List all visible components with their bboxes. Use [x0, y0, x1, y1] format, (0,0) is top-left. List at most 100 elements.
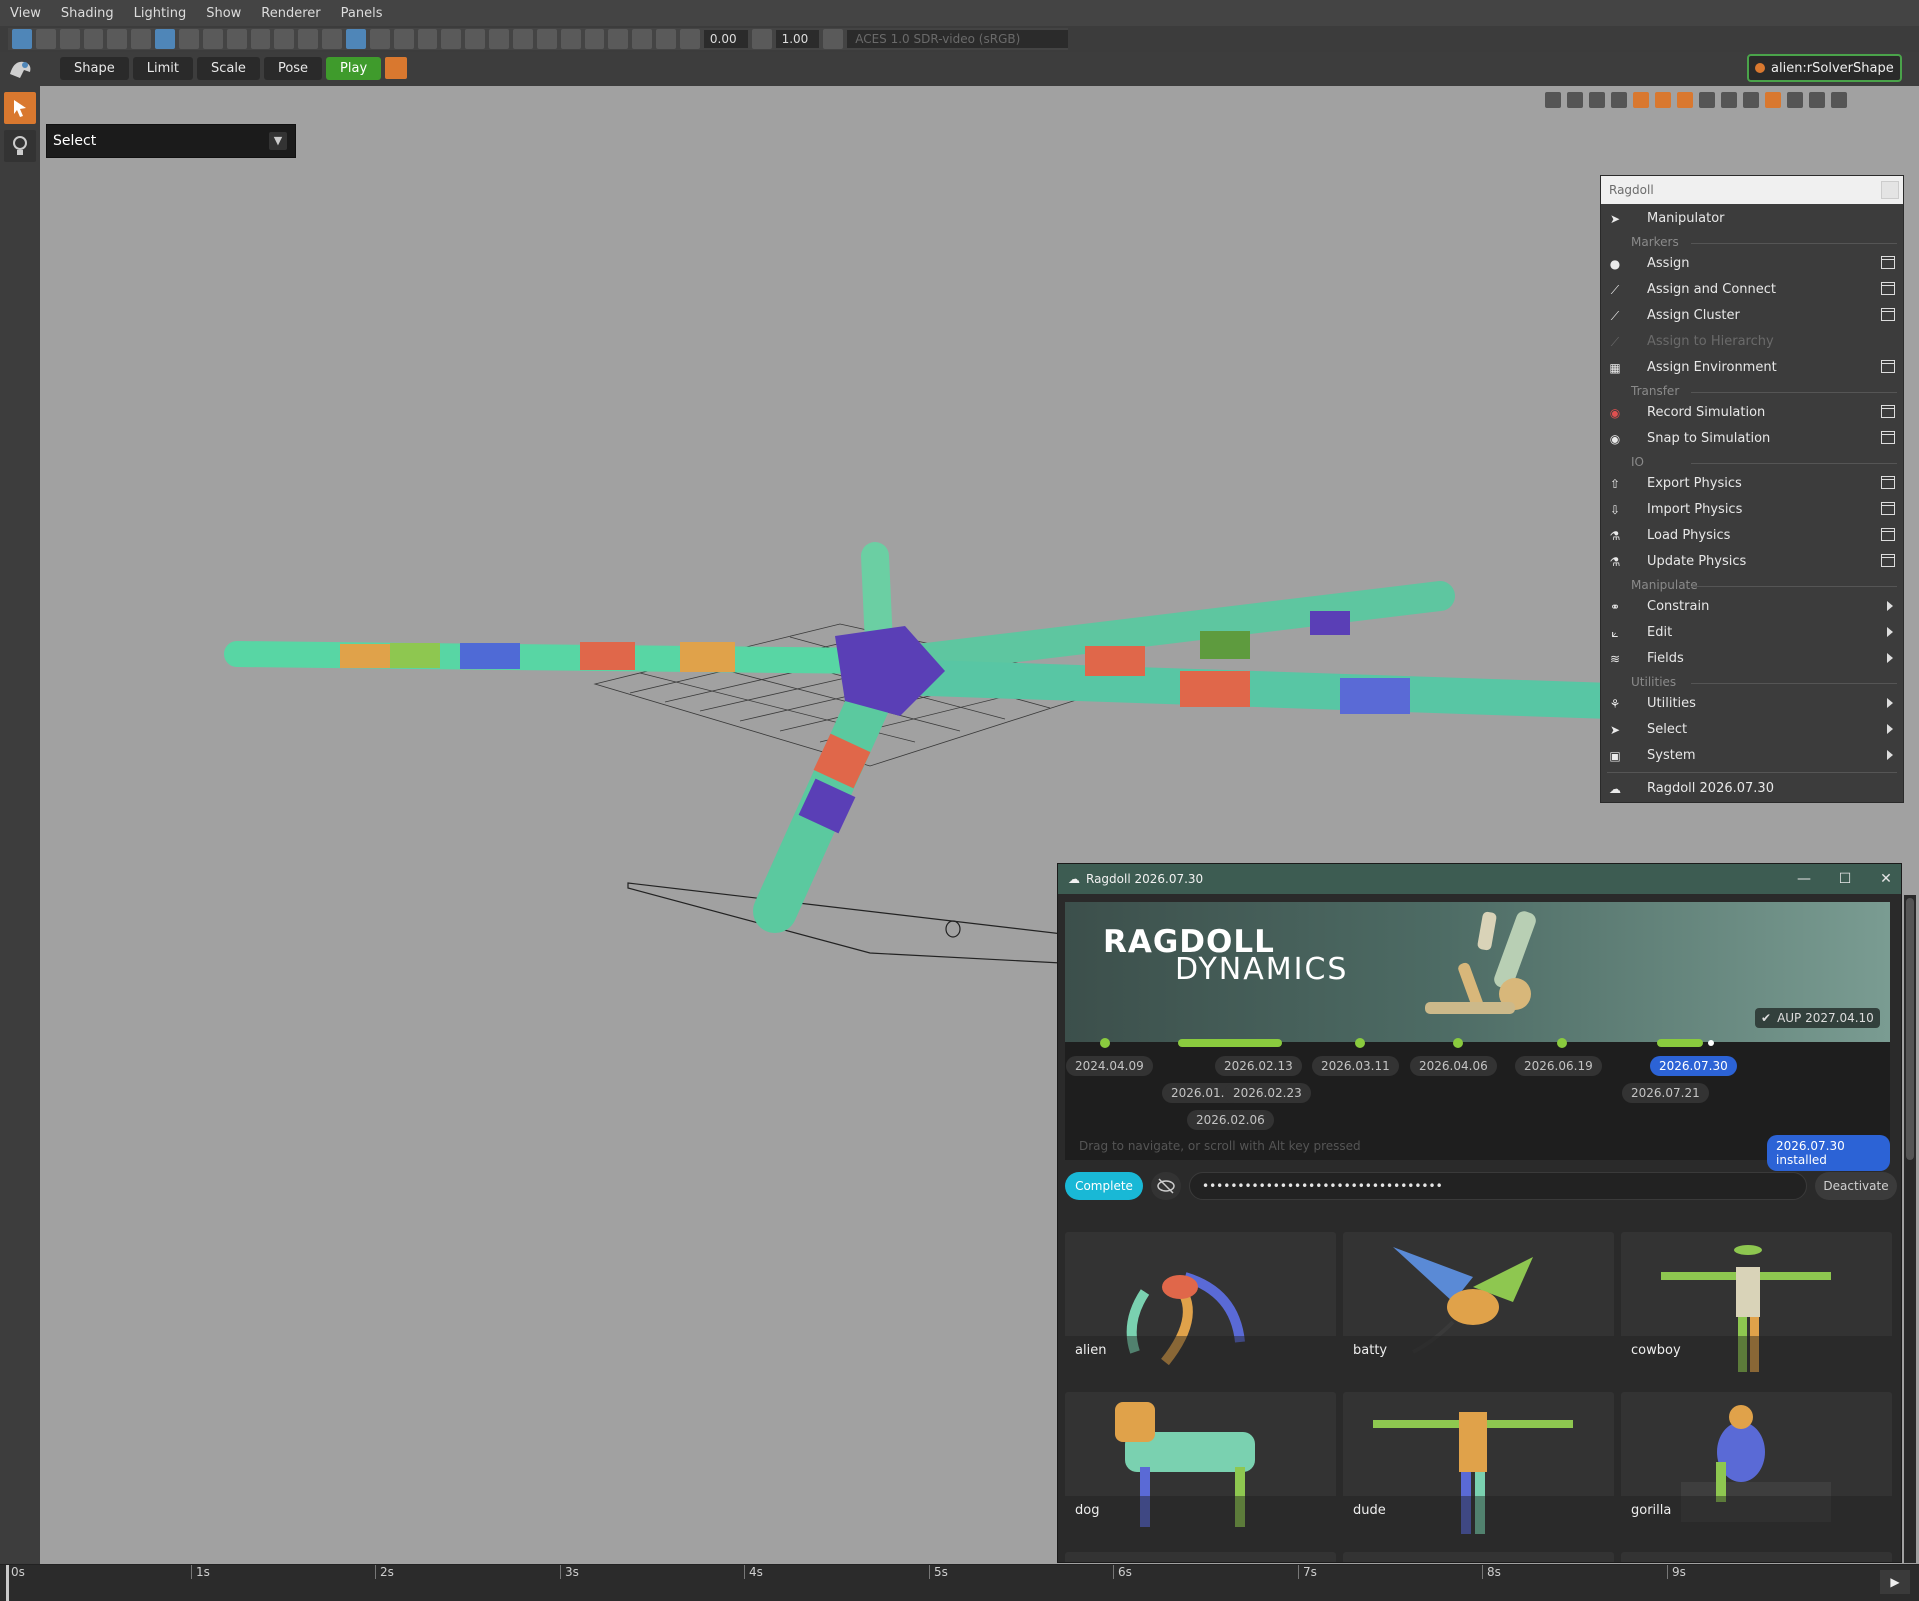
scrollbar-thumb[interactable]	[1906, 898, 1914, 1160]
drop-icon[interactable]	[1809, 92, 1825, 108]
select-dropdown[interactable]: Select ▼	[46, 124, 296, 158]
shape-button[interactable]: Shape	[60, 57, 129, 80]
bookmark-icon[interactable]	[59, 29, 80, 49]
film-gate-icon[interactable]	[179, 29, 199, 49]
live-mode-icon[interactable]	[1765, 92, 1781, 108]
hide-key-icon[interactable]	[1151, 1172, 1181, 1200]
close-icon[interactable]: ✕	[1877, 870, 1895, 888]
menu-item-assign-and-connect[interactable]: ⟋ Assign and Connect	[1601, 277, 1903, 303]
drop-outline-icon[interactable]	[1831, 92, 1847, 108]
textured-icon[interactable]	[417, 29, 438, 49]
option-box-icon[interactable]	[1881, 502, 1895, 515]
backface-culling-icon[interactable]	[656, 29, 677, 49]
solver-selector[interactable]: alien:rSolverShape	[1747, 54, 1902, 82]
menu-panels[interactable]: Panels	[331, 6, 393, 21]
select-camera-icon[interactable]	[12, 29, 32, 49]
asset-card-dog[interactable]: dog	[1065, 1392, 1336, 1544]
lightbulb-icon[interactable]	[4, 130, 36, 162]
menu-item-load-physics[interactable]: ⚗ Load Physics	[1601, 523, 1903, 549]
menu-item-update-physics[interactable]: ⚗ Update Physics	[1601, 549, 1903, 575]
version-tag[interactable]: 2024.04.09	[1066, 1056, 1153, 1076]
gate-mask-icon[interactable]	[226, 29, 247, 49]
wireframe-icon[interactable]	[322, 29, 343, 49]
asset-card-dude[interactable]: dude	[1343, 1392, 1614, 1544]
ambient-occlusion-icon[interactable]	[489, 29, 510, 49]
version-tag[interactable]: 2026.02.13	[1215, 1056, 1302, 1076]
color-space-dropdown[interactable]: ACES 1.0 SDR-video (sRGB)	[847, 30, 1068, 48]
menu-item-import-physics[interactable]: ⇩ Import Physics	[1601, 497, 1903, 523]
shadows-icon[interactable]	[465, 29, 486, 49]
time-slider[interactable]: 0s 1s 2s 3s 4s 5s 6s 7s 8s 9s	[0, 1564, 1919, 1601]
shaded-icon[interactable]	[1743, 92, 1759, 108]
motion-blur-icon[interactable]	[513, 29, 533, 49]
menu-item-record-simulation[interactable]: ◉ Record Simulation	[1601, 400, 1903, 426]
menu-item-assign-cluster[interactable]: ⟋ Assign Cluster	[1601, 303, 1903, 329]
complete-button[interactable]: Complete	[1065, 1172, 1143, 1200]
safe-title-icon[interactable]	[298, 29, 319, 49]
version-timeline[interactable]: 2024.04.09 2026.02.13 2026.03.11 2026.04…	[1065, 1038, 1890, 1171]
xray-icon[interactable]	[608, 29, 629, 49]
version-tag[interactable]: 2026.06.19	[1515, 1056, 1602, 1076]
exposure-field[interactable]: 0.00	[703, 30, 748, 48]
field-chart-icon[interactable]	[250, 29, 271, 49]
grease-pencil-icon[interactable]	[131, 29, 152, 49]
menu-item-fields[interactable]: ≋ Fields	[1601, 646, 1903, 672]
gamma-icon[interactable]	[751, 29, 772, 49]
smooth-shade-icon[interactable]	[346, 29, 366, 49]
asset-card-gorilla[interactable]: gorilla	[1621, 1392, 1892, 1544]
trajectory-icon[interactable]	[1677, 92, 1693, 108]
option-box-icon[interactable]	[1881, 431, 1895, 444]
scale-button[interactable]: Scale	[196, 57, 260, 80]
menu-item-assign-environment[interactable]: ▦ Assign Environment	[1601, 355, 1903, 381]
lasso-icon[interactable]	[1567, 92, 1583, 108]
asset-card-batty[interactable]: batty	[1343, 1232, 1614, 1384]
play-button[interactable]: Play	[326, 57, 382, 80]
option-box-icon[interactable]	[1881, 476, 1895, 489]
solid-icon[interactable]	[1721, 92, 1737, 108]
chevron-down-icon[interactable]	[1787, 92, 1803, 108]
limit-button[interactable]: Limit	[132, 57, 193, 80]
asset-card-next[interactable]	[1065, 1552, 1336, 1562]
option-box-icon[interactable]	[1881, 554, 1895, 567]
menu-shading[interactable]: Shading	[51, 6, 124, 21]
menu-item-snap-to-simulation[interactable]: ◉ Snap to Simulation	[1601, 426, 1903, 452]
minimize-icon[interactable]: —	[1795, 870, 1813, 888]
menu-item-system[interactable]: ▣ System	[1601, 743, 1903, 769]
option-box-icon[interactable]	[1881, 405, 1895, 418]
maximize-icon[interactable]: ☐	[1836, 870, 1854, 888]
version-tag[interactable]: 2026.02.06	[1187, 1110, 1274, 1130]
color-management-icon[interactable]	[823, 29, 844, 49]
option-box-icon[interactable]	[1881, 256, 1895, 269]
menu-item-assign[interactable]: ● Assign	[1601, 251, 1903, 277]
option-box-icon[interactable]	[1881, 360, 1895, 373]
camera-attributes-icon[interactable]	[35, 29, 56, 49]
option-box-icon[interactable]	[1881, 308, 1895, 321]
circle-icon[interactable]	[1589, 92, 1605, 108]
asset-card-cowboy[interactable]: cowboy	[1621, 1232, 1892, 1384]
anti-aliasing-icon[interactable]	[536, 29, 557, 49]
version-tag[interactable]: 2026.04.06	[1410, 1056, 1497, 1076]
license-key-field[interactable]: ••••••••••••••••••••••••••••••••••	[1189, 1172, 1807, 1200]
arrow-down-icon[interactable]	[1611, 92, 1627, 108]
frame-icon[interactable]	[1633, 92, 1649, 108]
version-tag-selected[interactable]: 2026.07.30	[1650, 1056, 1737, 1076]
menu-item-edit[interactable]: ⟀ Edit	[1601, 620, 1903, 646]
wireframe-on-shaded-icon[interactable]	[393, 29, 414, 49]
exposure-icon[interactable]	[680, 29, 700, 49]
ghost-icon[interactable]	[1655, 92, 1671, 108]
xray-joints-icon[interactable]	[632, 29, 653, 49]
grid-icon[interactable]	[155, 29, 176, 49]
menu-view[interactable]: View	[0, 6, 51, 21]
asset-card-next[interactable]	[1343, 1552, 1614, 1562]
default-material-icon[interactable]	[369, 29, 390, 49]
marker-display-icon[interactable]	[1545, 92, 1561, 108]
select-tool-icon[interactable]	[4, 92, 36, 124]
version-tag[interactable]: 2026.03.11	[1312, 1056, 1399, 1076]
deactivate-button[interactable]: Deactivate	[1815, 1172, 1897, 1200]
ragdoll-shelf-icon[interactable]	[6, 54, 36, 84]
option-box-icon[interactable]	[1881, 282, 1895, 295]
option-box-icon[interactable]	[1881, 528, 1895, 541]
tear-off-close-icon[interactable]	[1881, 181, 1899, 199]
lights-icon[interactable]	[441, 29, 462, 49]
gamma-field[interactable]: 1.00	[775, 30, 820, 48]
